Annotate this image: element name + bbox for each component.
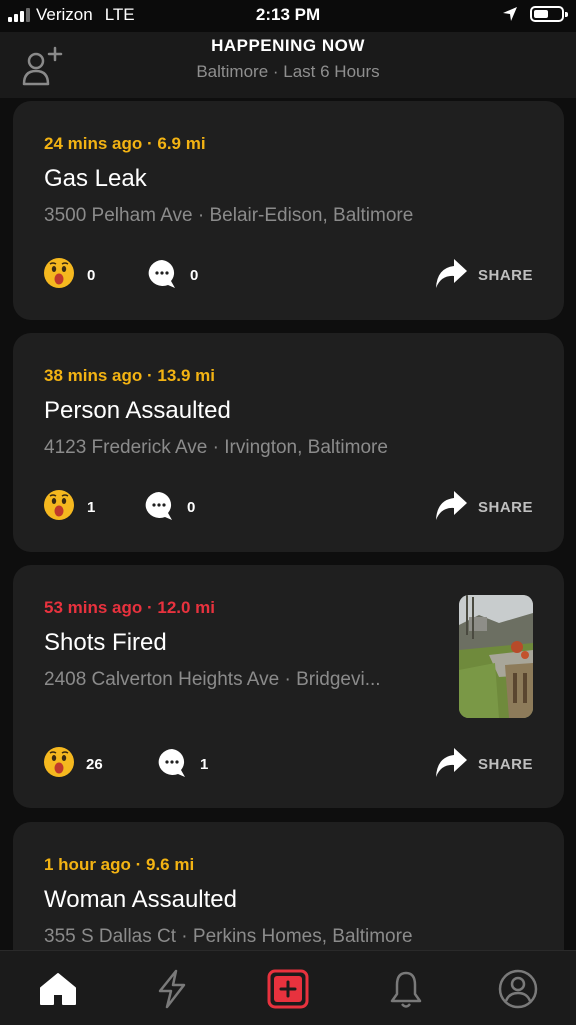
location-arrow-icon xyxy=(503,7,517,21)
comment-count: 1 xyxy=(200,756,209,773)
incident-title: Woman Assaulted xyxy=(44,886,237,913)
page-title: HAPPENING NOW xyxy=(211,36,365,55)
reaction-count: 26 xyxy=(86,756,103,773)
share-button[interactable]: SHARE xyxy=(478,499,533,516)
tab-live[interactable] xyxy=(150,967,194,1011)
bell-icon xyxy=(390,971,422,1008)
clock: 2:13 PM xyxy=(255,5,321,24)
reaction-count: 1 xyxy=(87,499,96,516)
tab-bar xyxy=(0,950,576,1025)
profile-icon xyxy=(498,969,538,1009)
incident-address: 355 S Dallas Ct · Perkins Homes, Baltimo… xyxy=(44,926,413,947)
incident-title: Gas Leak xyxy=(44,165,147,192)
incident-meta: 53 mins ago · 12.0 mi xyxy=(44,598,216,617)
report-plus-icon xyxy=(267,969,309,1009)
incident-card[interactable]: 24 mins ago · 6.9 mi Gas Leak 3500 Pelha… xyxy=(13,101,564,320)
incident-title: Shots Fired xyxy=(44,629,167,656)
comment-count: 0 xyxy=(190,267,199,284)
battery-icon xyxy=(530,6,568,22)
share-button[interactable]: SHARE xyxy=(478,756,533,773)
shocked-emoji-icon[interactable] xyxy=(43,257,75,289)
incident-address: 3500 Pelham Ave · Belair-Edison, Baltimo… xyxy=(44,205,414,226)
incident-photo[interactable] xyxy=(459,595,533,718)
incident-meta: 24 mins ago · 6.9 mi xyxy=(44,134,206,153)
shocked-emoji-icon[interactable] xyxy=(43,746,75,778)
tab-profile[interactable] xyxy=(496,967,540,1011)
status-right xyxy=(502,6,568,22)
share-icon[interactable] xyxy=(433,489,469,521)
comment-count: 0 xyxy=(187,499,196,516)
reaction-count: 0 xyxy=(87,267,96,284)
share-icon[interactable] xyxy=(433,746,469,778)
tab-report[interactable] xyxy=(266,967,310,1011)
incident-card[interactable]: 53 mins ago · 12.0 mi Shots Fired 2408 C… xyxy=(13,565,564,808)
share-button[interactable]: SHARE xyxy=(478,267,533,284)
tab-home[interactable] xyxy=(36,967,80,1011)
comment-icon[interactable] xyxy=(156,747,188,779)
tab-notifications[interactable] xyxy=(384,967,428,1011)
incident-card[interactable]: 38 mins ago · 13.9 mi Person Assaulted 4… xyxy=(13,333,564,552)
shocked-emoji-icon[interactable] xyxy=(43,489,75,521)
comment-icon[interactable] xyxy=(143,490,175,522)
incident-meta: 1 hour ago · 9.6 mi xyxy=(44,855,195,874)
incident-address: 2408 Calverton Heights Ave · Bridgevi... xyxy=(44,669,381,690)
bolt-icon xyxy=(158,969,186,1009)
incident-address: 4123 Frederick Ave · Irvington, Baltimor… xyxy=(44,437,388,458)
page-subtitle[interactable]: Baltimore · Last 6 Hours xyxy=(0,62,576,82)
incident-feed[interactable]: 24 mins ago · 6.9 mi Gas Leak 3500 Pelha… xyxy=(0,98,576,950)
app-header: HAPPENING NOW Baltimore · Last 6 Hours xyxy=(0,32,576,98)
comment-icon[interactable] xyxy=(146,258,178,290)
share-icon[interactable] xyxy=(433,257,469,289)
incident-card[interactable]: 1 hour ago · 9.6 mi Woman Assaulted 355 … xyxy=(13,822,564,950)
incident-title: Person Assaulted xyxy=(44,397,231,424)
status-bar: Verizon LTE 2:13 PM xyxy=(0,0,576,32)
incident-meta: 38 mins ago · 13.9 mi xyxy=(44,366,216,385)
home-icon xyxy=(40,973,76,1005)
